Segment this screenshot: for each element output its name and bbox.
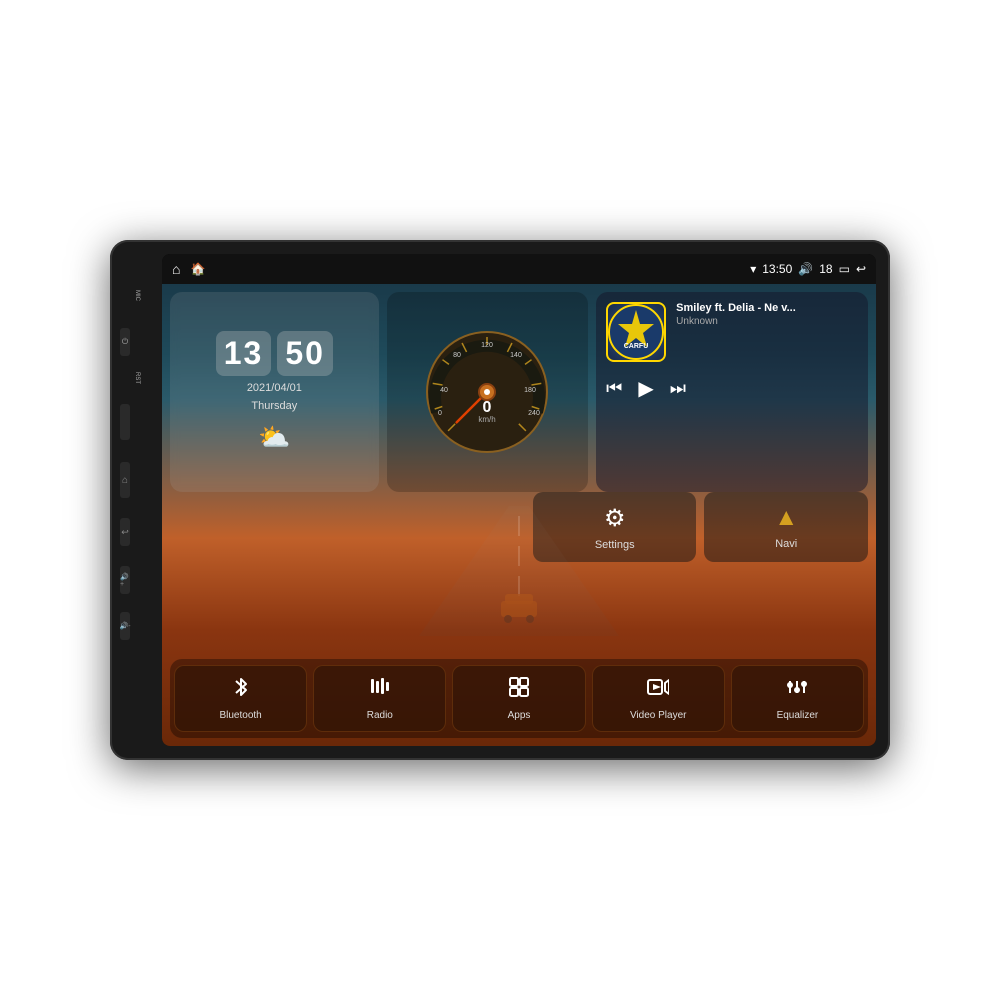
speedo-widget: 0 40 80 120 140 180 240 <box>387 292 588 492</box>
bluetooth-label: Bluetooth <box>219 710 261 721</box>
svg-text:180: 180 <box>525 387 537 394</box>
road-bg <box>419 506 619 636</box>
clock-minute: 50 <box>277 331 333 376</box>
side-btn-vol-up[interactable]: 🔊+ <box>120 566 130 594</box>
status-right: ▾ 13:50 🔊 18 ▭ ↩ <box>750 262 866 276</box>
music-top: CARFU Smiley ft. Delia - Ne v... Unknown <box>606 302 858 362</box>
svg-text:km/h: km/h <box>479 415 496 424</box>
app-row: Bluetooth Radio <box>170 659 868 738</box>
home-icon[interactable]: ⌂ <box>172 261 180 277</box>
svg-text:240: 240 <box>529 410 541 417</box>
status-left: ⌂ 🏠 <box>172 261 205 277</box>
video-label: Video Player <box>630 710 687 721</box>
volume-icon: 🔊 <box>798 262 813 276</box>
clock-widget[interactable]: 13 50 2021/04/01 Thursday ⛅ <box>170 292 379 492</box>
equalizer-label: Equalizer <box>777 710 819 721</box>
screen: ⌂ 🏠 ▾ 13:50 🔊 18 ▭ ↩ <box>162 254 876 746</box>
wifi-icon: ▾ <box>750 262 756 276</box>
clock-day: Thursday <box>251 400 297 412</box>
next-button[interactable]: ⏭ <box>670 378 686 399</box>
status-bar: ⌂ 🏠 ▾ 13:50 🔊 18 ▭ ↩ <box>162 254 876 284</box>
app-video[interactable]: Video Player <box>592 665 725 732</box>
volume-level: 18 <box>819 262 832 276</box>
music-info: Smiley ft. Delia - Ne v... Unknown <box>676 302 858 327</box>
device-shell: MIC ⏻ RST ⌂ ↩ 🔊+ 🔊- ⌂ 🏠 ▾ <box>110 240 890 760</box>
navi-widget[interactable]: ▲ Navi <box>704 492 868 562</box>
svg-text:CARFU: CARFU <box>624 343 649 350</box>
navi-icon: ▲ <box>774 504 798 532</box>
battery-icon: ▭ <box>839 262 850 276</box>
radio-icon <box>369 676 391 704</box>
app-bluetooth[interactable]: Bluetooth <box>174 665 307 732</box>
svg-text:80: 80 <box>454 352 462 359</box>
clock-hour: 13 <box>216 331 272 376</box>
clock-time-display: 13 50 <box>216 331 333 376</box>
side-btn-rst[interactable] <box>120 404 130 440</box>
rst-label: RST <box>134 372 140 384</box>
music-controls: ⏮ ▶ ⏭ <box>606 376 858 401</box>
side-btn-power[interactable]: ⏻ <box>120 328 130 356</box>
main-content: 13 50 2021/04/01 Thursday ⛅ <box>162 284 876 746</box>
prev-button[interactable]: ⏮ <box>606 378 622 399</box>
bluetooth-icon <box>230 676 252 704</box>
svg-text:0: 0 <box>483 399 492 416</box>
music-title: Smiley ft. Delia - Ne v... <box>676 302 858 314</box>
widgets-row: 13 50 2021/04/01 Thursday ⛅ <box>170 292 868 492</box>
music-widget[interactable]: CARFU Smiley ft. Delia - Ne v... Unknown… <box>596 292 868 492</box>
time-display: 13:50 <box>762 262 792 276</box>
back-icon[interactable]: ↩ <box>856 262 866 276</box>
apps-label: Apps <box>508 710 531 721</box>
side-btn-vol-down[interactable]: 🔊- <box>120 612 130 640</box>
weather-icon: ⛅ <box>258 422 290 453</box>
app-equalizer[interactable]: Equalizer <box>731 665 864 732</box>
radio-label: Radio <box>367 710 393 721</box>
mic-label: MIC <box>134 290 140 301</box>
clock-date: 2021/04/01 <box>247 382 302 394</box>
equalizer-icon <box>786 676 808 704</box>
svg-text:0: 0 <box>438 410 442 417</box>
video-icon <box>647 676 669 704</box>
album-art: CARFU <box>606 302 666 362</box>
app-radio[interactable]: Radio <box>313 665 446 732</box>
svg-text:140: 140 <box>511 352 523 359</box>
speedo-svg: 0 40 80 120 140 180 240 <box>422 327 552 457</box>
android-icon: 🏠 <box>190 262 205 276</box>
app-apps[interactable]: Apps <box>452 665 585 732</box>
play-button[interactable]: ▶ <box>638 376 653 401</box>
side-buttons: MIC ⏻ RST ⌂ ↩ 🔊+ 🔊- <box>120 290 130 640</box>
apps-icon <box>508 676 530 704</box>
music-artist: Unknown <box>676 316 858 327</box>
navi-label: Navi <box>775 538 797 550</box>
svg-text:120: 120 <box>482 342 494 349</box>
svg-text:40: 40 <box>441 387 449 394</box>
side-btn-home[interactable]: ⌂ <box>120 462 130 498</box>
speedo-container: 0 40 80 120 140 180 240 <box>422 327 552 457</box>
side-btn-back[interactable]: ↩ <box>120 518 130 546</box>
